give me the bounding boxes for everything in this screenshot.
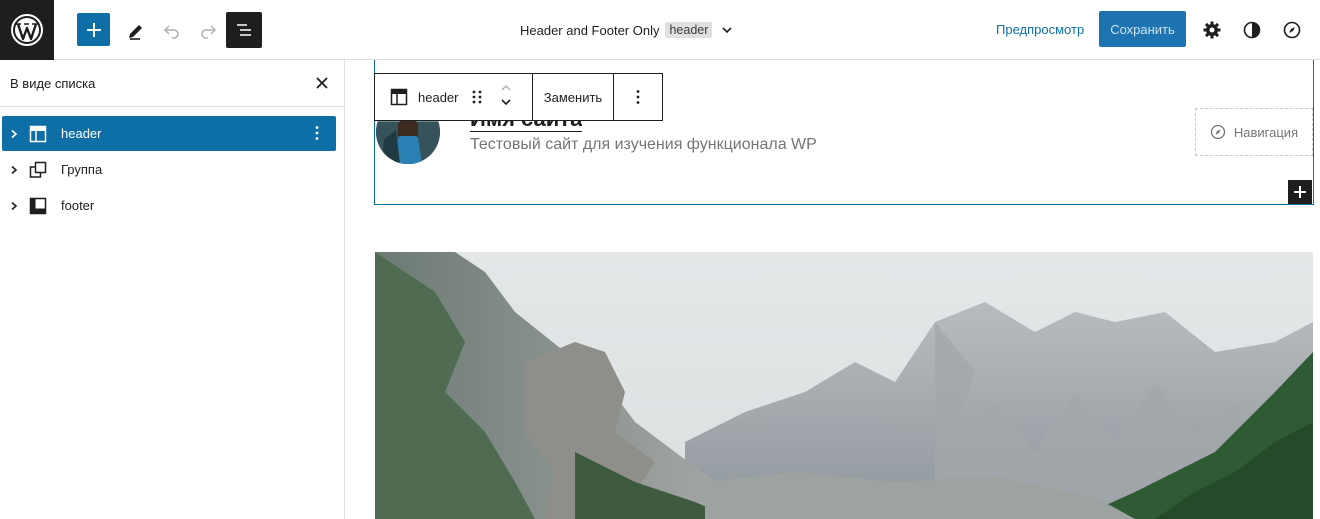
- more-vertical-icon: [636, 90, 640, 104]
- chevron-right-icon[interactable]: [2, 201, 26, 211]
- template-type-badge: header: [665, 22, 713, 38]
- list-item-footer[interactable]: footer: [2, 188, 336, 223]
- block-name: header: [418, 89, 459, 105]
- group-icon: [28, 160, 48, 180]
- more-vertical-icon[interactable]: [308, 124, 326, 145]
- chevron-down-icon[interactable]: [499, 95, 513, 109]
- styles-button[interactable]: [1240, 18, 1264, 42]
- list-view-icon: [237, 24, 251, 36]
- plus-icon: [1294, 186, 1306, 198]
- compass-icon: [1283, 21, 1301, 39]
- close-icon[interactable]: [312, 73, 332, 93]
- editor-header: Header and Footer Only header Предпросмо…: [0, 0, 1320, 60]
- block-type-switcher[interactable]: header: [375, 74, 533, 120]
- details-button[interactable]: [1280, 18, 1304, 42]
- list-item-label: footer: [61, 198, 95, 213]
- tools-button[interactable]: [118, 12, 154, 48]
- chevron-up-icon[interactable]: [499, 81, 513, 95]
- navigation-block-placeholder[interactable]: Навигация: [1195, 108, 1313, 156]
- block-inserter-button[interactable]: [1288, 180, 1312, 204]
- wordpress-logo-icon[interactable]: [0, 0, 54, 60]
- gear-icon: [1203, 21, 1221, 39]
- document-title[interactable]: Header and Footer Only header: [520, 20, 734, 40]
- plus-icon: [86, 22, 101, 37]
- block-movers: [499, 81, 513, 109]
- block-tree: header Группа footer: [0, 107, 344, 223]
- compass-icon: [1210, 124, 1226, 140]
- list-item-label: Группа: [61, 162, 103, 177]
- list-view-button[interactable]: [226, 12, 262, 48]
- replace-button[interactable]: Заменить: [533, 74, 614, 120]
- add-block-button[interactable]: [77, 13, 110, 46]
- chevron-right-icon[interactable]: [2, 129, 26, 139]
- cover-image[interactable]: [375, 252, 1313, 519]
- contrast-icon: [1243, 21, 1261, 39]
- undo-button[interactable]: [154, 12, 190, 48]
- preview-button[interactable]: Предпросмотр: [996, 22, 1084, 37]
- list-item-header[interactable]: header: [2, 116, 336, 151]
- site-tagline[interactable]: Тестовый сайт для изучения функционала W…: [470, 136, 817, 154]
- chevron-down-icon[interactable]: [720, 23, 734, 37]
- document-title-text: Header and Footer Only: [520, 22, 660, 38]
- template-part-footer-icon: [28, 196, 48, 216]
- editor-canvas: Имя сайта Тестовый сайт для изучения фун…: [346, 60, 1320, 519]
- settings-button[interactable]: [1200, 18, 1224, 42]
- list-item-label: header: [61, 126, 102, 141]
- navigation-label: Навигация: [1233, 124, 1299, 140]
- save-button[interactable]: Сохранить: [1099, 11, 1186, 47]
- template-part-header-icon: [390, 88, 408, 106]
- list-view-title: В виде списка: [10, 75, 96, 91]
- block-toolbar: header Заменить: [374, 73, 663, 121]
- template-part-header-icon: [28, 124, 48, 144]
- redo-icon: [201, 25, 217, 39]
- undo-icon: [163, 25, 179, 39]
- chevron-right-icon[interactable]: [2, 165, 26, 175]
- list-view-panel: В виде списка header Группа footer: [0, 60, 345, 519]
- redo-button[interactable]: [190, 12, 226, 48]
- drag-handle-icon[interactable]: [471, 89, 483, 110]
- block-options-button[interactable]: [614, 74, 662, 120]
- pencil-icon: [129, 25, 142, 40]
- list-item-group[interactable]: Группа: [2, 152, 336, 187]
- list-view-header: В виде списка: [0, 60, 344, 107]
